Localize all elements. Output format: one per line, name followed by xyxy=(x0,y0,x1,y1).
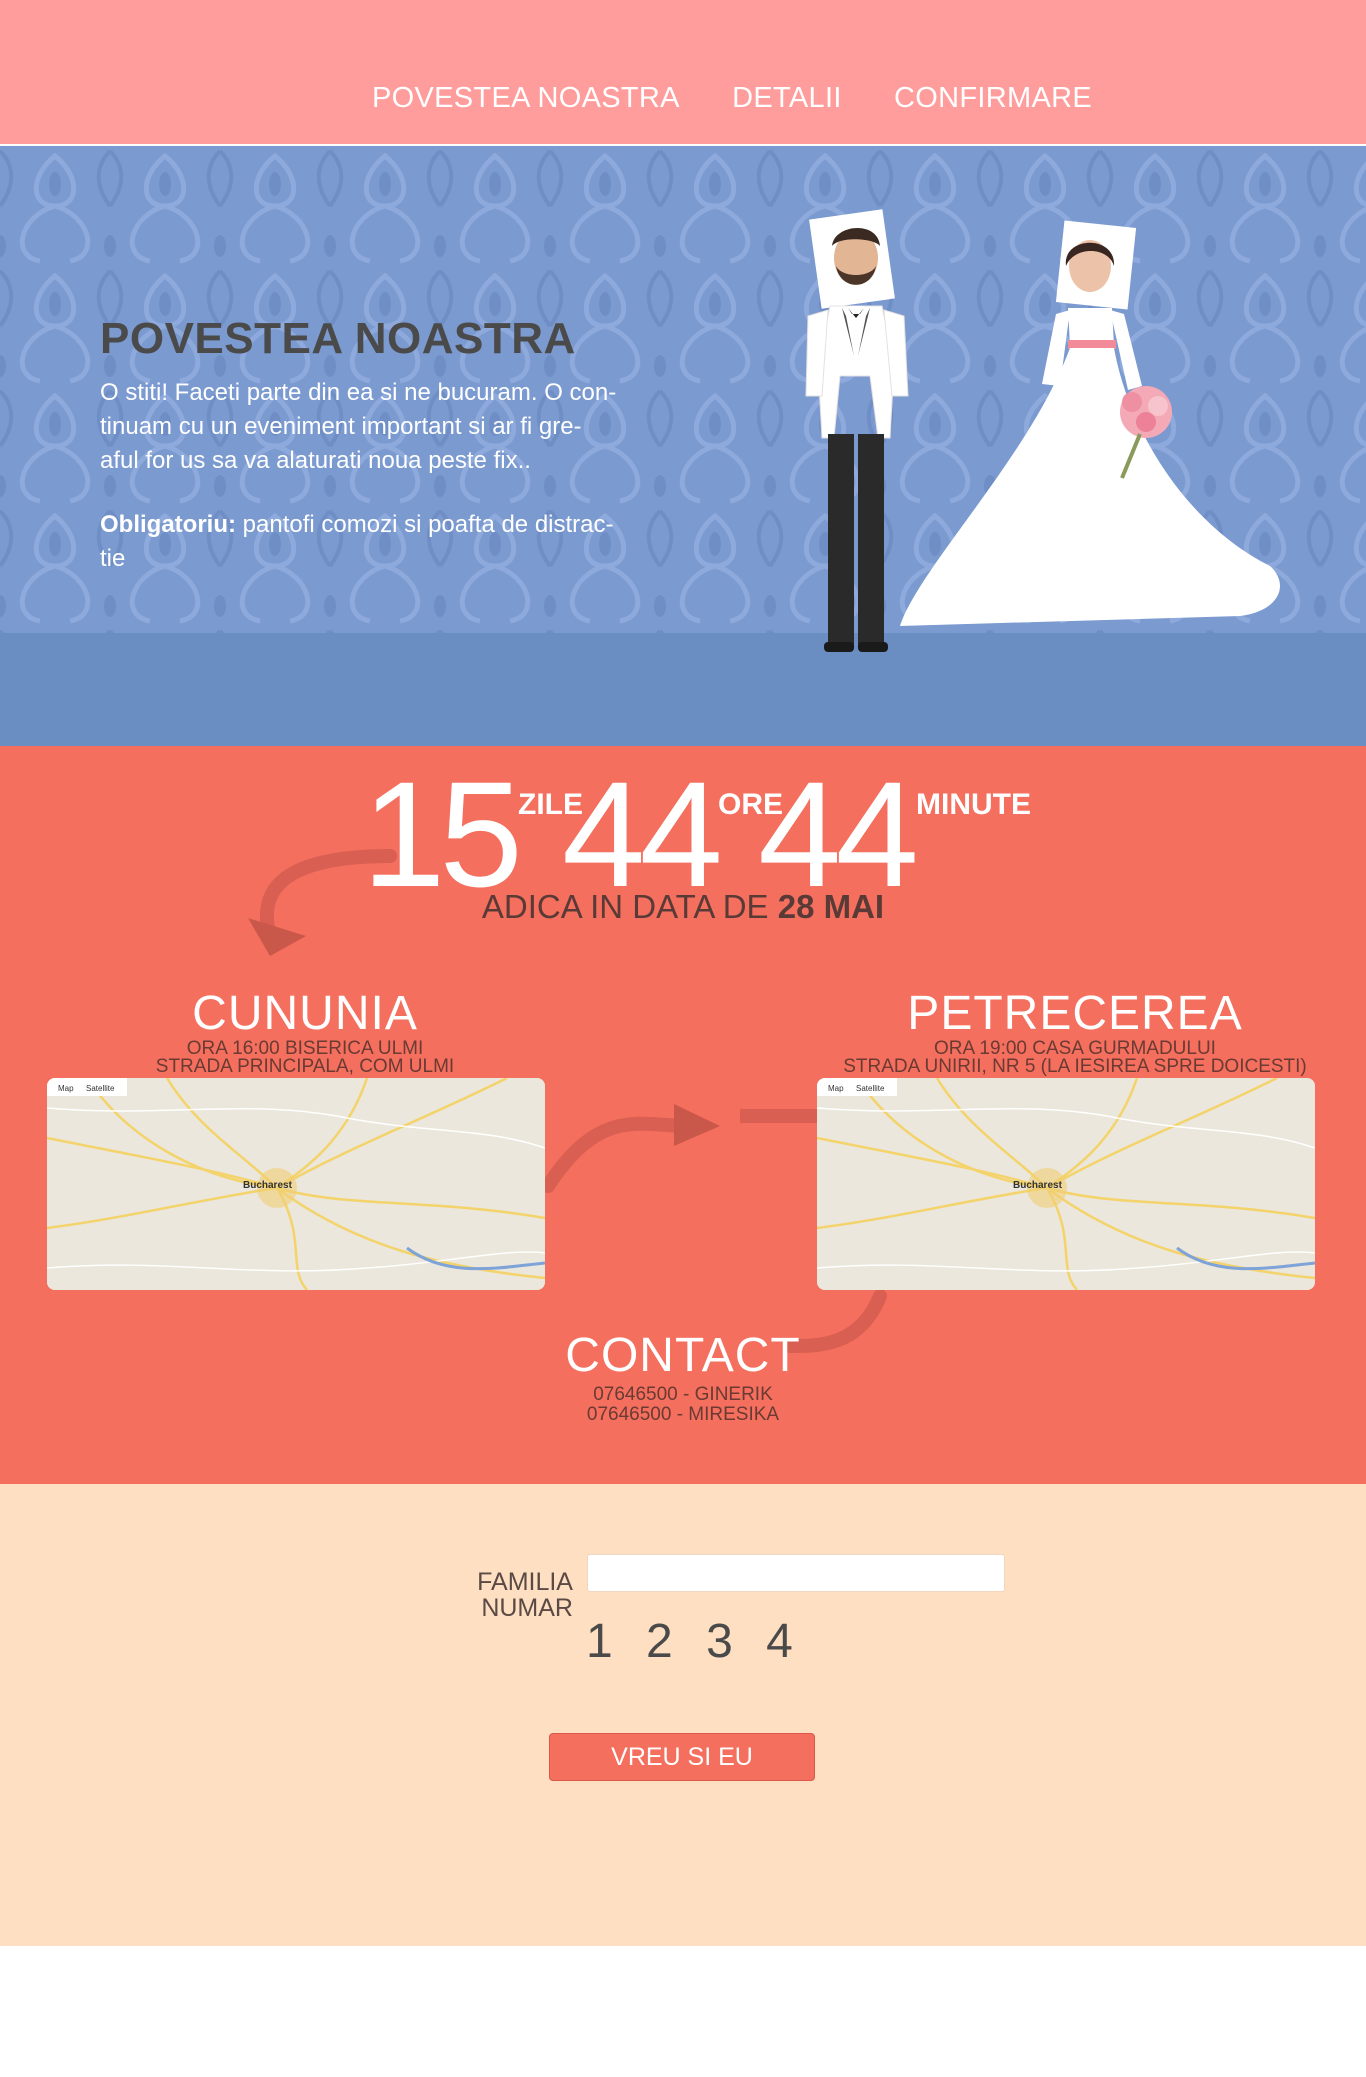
story-text-line: tinuam cu un eveniment important si ar f… xyxy=(100,413,582,440)
guest-number-option[interactable]: 2 xyxy=(646,1614,675,1669)
wedding-date-prefix: ADICA IN DATA DE xyxy=(481,888,778,925)
map-city-label: Bucharest xyxy=(243,1180,292,1191)
nav-item-story[interactable]: POVESTEA NOASTRA xyxy=(372,82,680,115)
family-label: FAMILIA xyxy=(477,1568,573,1596)
ceremony-address: STRADA PRINCIPALA, COM ULMI xyxy=(155,1056,455,1077)
dress-code-text: Obligatoriu: pantofi comozi si poafta de… xyxy=(100,508,630,576)
map-tab-map[interactable]: Map xyxy=(53,1082,79,1095)
guest-number-option[interactable]: 3 xyxy=(706,1614,735,1669)
guest-number-option[interactable]: 1 xyxy=(586,1614,615,1669)
ceremony-map[interactable]: Map Satellite Bucharest xyxy=(47,1078,545,1290)
top-navigation: POVESTEA NOASTRA DETALII CONFIRMARE xyxy=(0,0,1366,146)
rsvp-form: FAMILIA NUMAR 1 2 3 4 VREU SI EU xyxy=(0,1484,1366,1946)
map-tab-satellite[interactable]: Satellite xyxy=(851,1082,890,1095)
party-map[interactable]: Map Satellite Bucharest xyxy=(817,1078,1315,1290)
nav-menu: POVESTEA NOASTRA DETALII CONFIRMARE xyxy=(0,82,1366,115)
contact-groom-phone: 07646500 - GINERIK xyxy=(593,1384,773,1405)
story-text: O stiti! Faceti parte din ea si ne bucur… xyxy=(100,376,630,478)
map-tab-map[interactable]: Map xyxy=(823,1082,849,1095)
number-label: NUMAR xyxy=(481,1594,573,1622)
map-tab-satellite[interactable]: Satellite xyxy=(81,1082,120,1095)
dress-code-value-cont: tie xyxy=(100,545,126,572)
map-city-label: Bucharest xyxy=(1013,1180,1062,1191)
ceremony-title: CUNUNIA xyxy=(192,987,418,1040)
nav-item-confirm[interactable]: CONFIRMARE xyxy=(894,82,1092,115)
couple-illustration xyxy=(805,209,1280,652)
story-text-line: O stiti! Faceti parte din ea si ne bucur… xyxy=(100,379,617,406)
nav-item-details[interactable]: DETALII xyxy=(732,82,842,115)
countdown-days: 15 xyxy=(362,750,523,918)
contact-bride-phone: 07646500 - MIRESIKA xyxy=(586,1404,780,1425)
wedding-date-value: 28 MAI xyxy=(777,888,885,925)
events-section: 15 ZILE 44 ORE 44 MINUTE ADICA IN DATA D… xyxy=(0,746,1366,1484)
dress-code-value: pantofi comozi si poafta de distrac- xyxy=(235,511,614,538)
guest-number-selector: 1 2 3 4 xyxy=(586,1614,811,1669)
dress-code-label: Obligatoriu: xyxy=(100,511,236,538)
wedding-date: ADICA IN DATA DE 28 MAI xyxy=(0,888,1366,926)
guest-number-option[interactable]: 4 xyxy=(766,1614,795,1669)
countdown-hours: 44 xyxy=(562,750,723,918)
family-input[interactable] xyxy=(587,1554,1005,1592)
story-text-line: aful for us sa va alaturati noua peste f… xyxy=(100,447,531,474)
party-title: PETRECEREA xyxy=(907,987,1243,1040)
story-title: POVESTEA NOASTRA xyxy=(100,314,576,363)
party-address: STRADA UNIRII, NR 5 (LA IESIREA SPRE DOI… xyxy=(843,1056,1307,1077)
countdown-minutes-label: MINUTE xyxy=(916,788,1031,821)
contact-title: CONTACT xyxy=(565,1329,801,1382)
countdown-minutes: 44 xyxy=(758,750,919,918)
countdown: 15 ZILE 44 ORE 44 MINUTE xyxy=(0,750,1366,918)
submit-button[interactable]: VREU SI EU xyxy=(549,1733,815,1781)
story-section: POVESTEA NOASTRA O stiti! Faceti parte d… xyxy=(0,146,1366,746)
